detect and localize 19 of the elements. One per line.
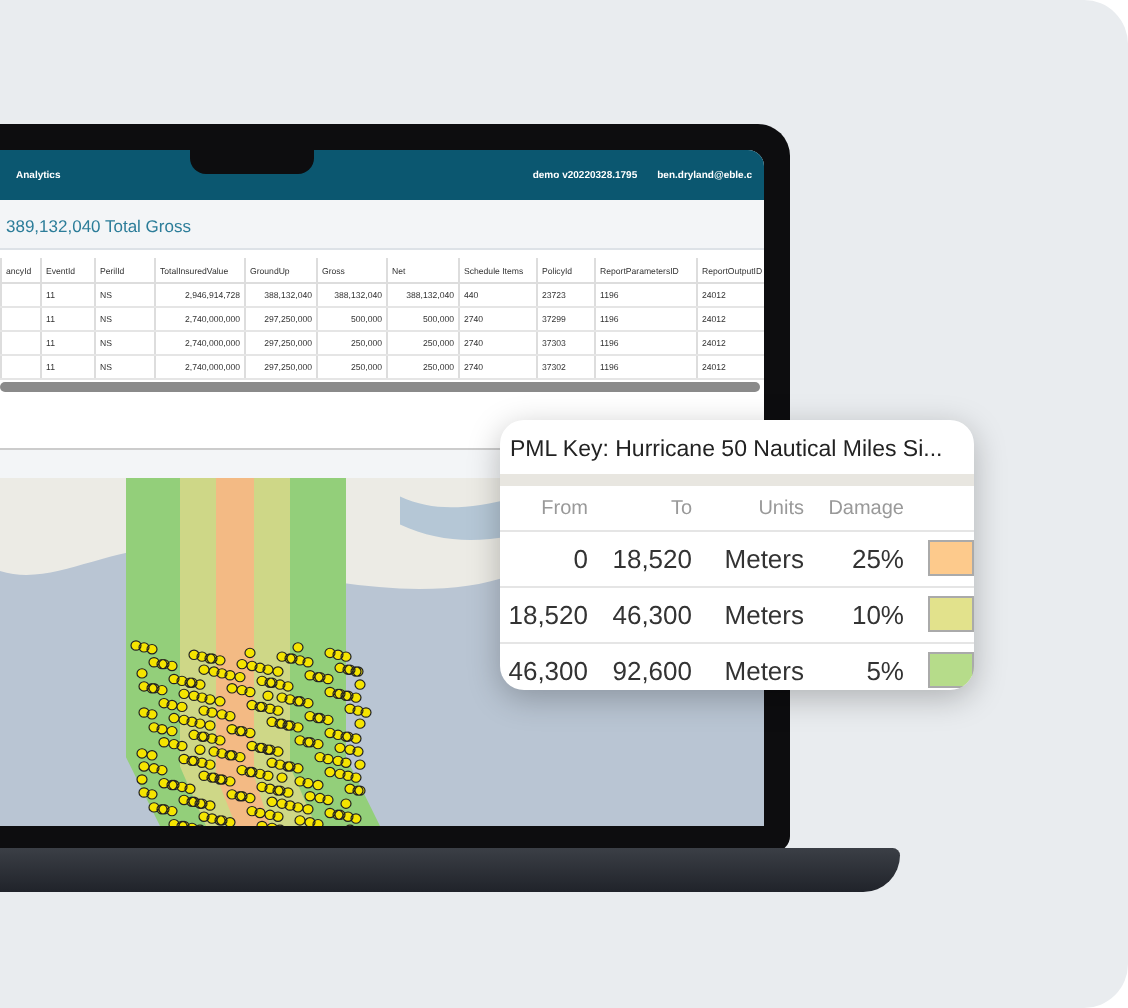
damage-value: 5% — [812, 644, 912, 690]
units-value: Meters — [700, 588, 812, 644]
column-header: Damage — [812, 486, 912, 532]
scrollbar[interactable] — [0, 382, 760, 392]
to-value: 46,300 — [596, 588, 700, 644]
damage-value: 25% — [812, 532, 912, 588]
column-header: Units — [700, 486, 812, 532]
from-value: 18,520 — [500, 588, 596, 644]
to-value: 92,600 — [596, 644, 700, 690]
from-value: 46,300 — [500, 644, 596, 690]
total-gross-heading: 389,132,040 Total Gross — [6, 216, 191, 236]
column-header: To — [596, 486, 700, 532]
pml-key-title: PML Key: Hurricane 50 Nautical Miles Si... — [508, 436, 945, 462]
to-value: 18,520 — [596, 532, 700, 588]
from-value: 0 — [500, 532, 596, 588]
units-value: Meters — [700, 644, 812, 690]
damage-value: 10% — [812, 588, 912, 644]
column-header: From — [500, 486, 596, 532]
units-value: Meters — [700, 532, 812, 588]
